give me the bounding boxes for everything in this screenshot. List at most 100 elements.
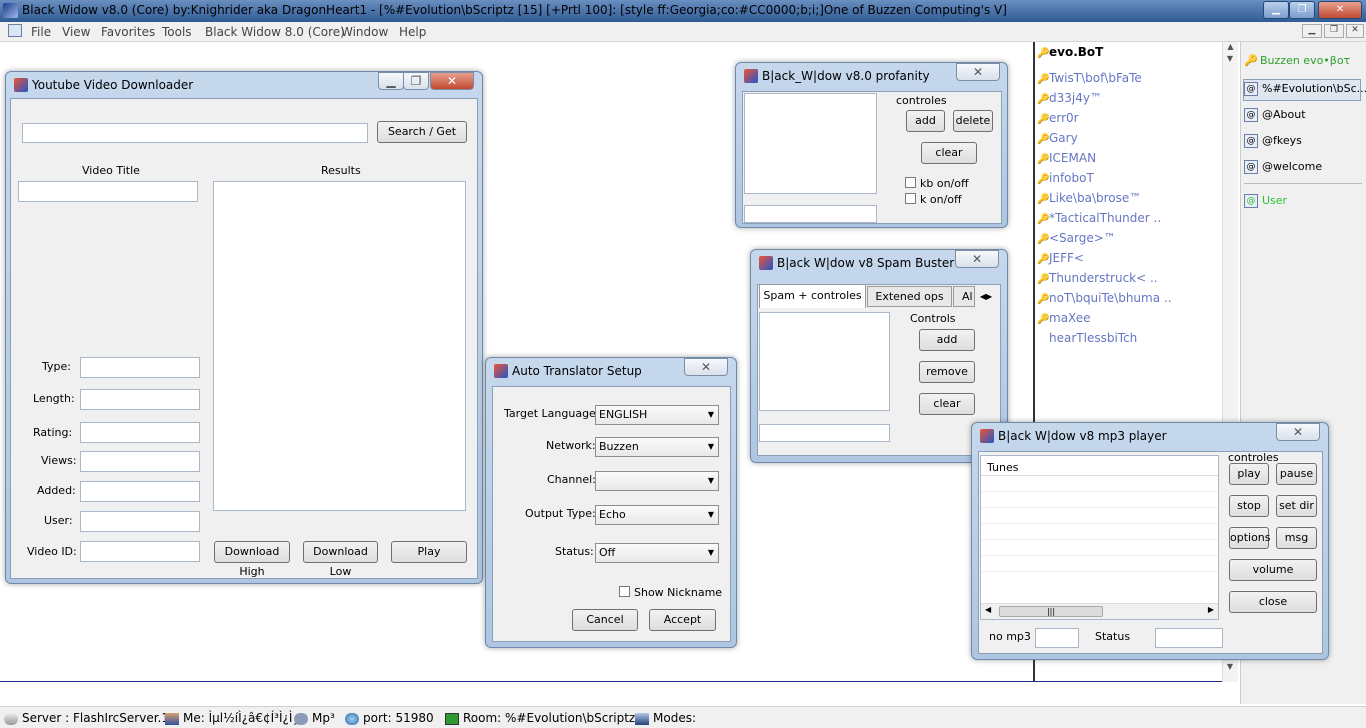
nick-item[interactable]: 🔑Like\ba\brose™ [1037,191,1141,205]
added-field[interactable] [80,481,200,502]
delete-button[interactable]: delete [953,110,993,132]
channel-select[interactable]: ▼ [595,471,719,491]
nick-item[interactable]: 🔑d33j4y™ [1037,91,1102,105]
volume-button[interactable]: volume [1229,559,1317,581]
minimize-button[interactable]: ▁ [378,72,404,90]
close-player-button[interactable]: close [1229,591,1317,613]
cancel-button[interactable]: Cancel [572,609,638,631]
close-button[interactable]: ✕ [956,63,1000,81]
pause-button[interactable]: pause [1276,463,1317,485]
close-button[interactable]: ✕ [1276,423,1320,441]
video-title-field[interactable] [18,181,198,202]
menu-favorites[interactable]: Favorites [101,25,155,39]
kb-checkbox[interactable] [905,177,916,188]
rating-field[interactable] [80,422,200,443]
no-mp3-field[interactable] [1035,628,1079,648]
mdi-close-button[interactable]: ✕ [1346,24,1364,38]
download-high-button[interactable]: Download High [214,541,290,578]
spam-input[interactable] [759,424,890,442]
side-top-item[interactable]: 🔑 Buzzen evo•βoτ [1244,54,1364,74]
nick-item[interactable]: 🔑err0r [1037,111,1079,125]
menu-tools[interactable]: Tools [162,25,192,39]
controls-label: Controls [910,312,956,325]
nick-item[interactable]: 🔑<Sarge>™ [1037,231,1116,245]
nick-item[interactable]: 🔑TwisT\bof\bFaTe [1037,71,1142,85]
search-input[interactable] [22,123,368,143]
type-field[interactable] [80,357,200,378]
add-button[interactable]: add [906,110,945,132]
close-button[interactable]: ✕ [1318,1,1362,19]
views-field[interactable] [80,451,200,472]
nick-item[interactable]: 🔑infoboT [1037,171,1094,185]
length-field[interactable] [80,389,200,410]
minimize-button[interactable]: ▁ [1263,1,1289,19]
clear-button[interactable]: clear [919,393,975,415]
status-room: Room: %#Evolution\bScriptz [445,711,635,725]
nick-item[interactable]: 🔑noT\bquiTe\bhuma .. [1037,291,1172,305]
menu-blackwidow[interactable]: Black Widow 8.0 (Core) [205,25,345,39]
menu-view[interactable]: View [62,25,90,39]
tunes-header[interactable]: Tunes [981,456,1218,476]
options-button[interactable]: options [1229,527,1271,549]
accept-button[interactable]: Accept [649,609,716,631]
status-select[interactable]: Off ▼ [595,543,719,563]
nick-item[interactable]: 🔑ICEMAN [1037,151,1096,165]
menu-window[interactable]: Window [341,25,388,39]
side-item-fkeys[interactable]: @ @fkeys [1244,134,1364,154]
network-select[interactable]: Buzzen ▼ [595,437,719,457]
clear-button[interactable]: clear [921,142,977,164]
spam-list[interactable] [759,312,890,411]
maximize-button[interactable]: ❐ [403,72,429,90]
user-label: User: [44,514,73,527]
add-button[interactable]: add [919,329,975,351]
side-item-user[interactable]: @ User [1244,194,1364,214]
download-low-button[interactable]: Download Low [303,541,378,578]
user-field[interactable] [80,511,200,532]
chevron-down-icon: ▼ [707,510,714,519]
tunes-hscrollbar[interactable]: ◀ ||| ▶ [981,603,1218,619]
tab-scroll-icon[interactable]: ◀▶ [975,288,997,306]
tab-extened-ops[interactable]: Extened ops [867,286,952,307]
profanity-list[interactable] [744,93,877,194]
nick-item[interactable]: 🔑Gary [1037,131,1078,145]
nick-item[interactable]: 🔑Thunderstruck< .. [1037,271,1158,285]
tab-al[interactable]: Al [953,286,975,307]
close-button[interactable]: ✕ [955,250,999,268]
side-item-about[interactable]: @ @About [1244,108,1364,128]
search-get-button[interactable]: Search / Get [377,121,467,143]
close-button[interactable]: ✕ [430,72,474,90]
status-field[interactable] [1155,628,1223,648]
set-dir-button[interactable]: set dir [1276,495,1317,517]
nick-item[interactable]: 🔑*TacticalThunder .. [1037,211,1161,225]
msg-button[interactable]: msg [1276,527,1317,549]
results-list[interactable] [213,181,466,511]
nicklist-header[interactable]: 🔑evo.BoT [1037,45,1103,59]
maximize-button[interactable]: ❐ [1289,1,1315,19]
play-button[interactable]: Play [391,541,467,563]
menu-file[interactable]: File [31,25,51,39]
nick-item[interactable]: 🔑JEFF< [1037,251,1084,265]
close-button[interactable]: ✕ [684,358,728,376]
monitor-icon [445,712,459,725]
side-item-welcome[interactable]: @ @welcome [1244,160,1364,180]
show-nickname-checkbox[interactable] [619,586,630,597]
window-title: B|ack_W|dow v8.0 profanity [762,69,930,83]
stop-button[interactable]: stop [1229,495,1269,517]
profanity-input[interactable] [744,205,877,223]
tunes-list[interactable]: Tunes ◀ ||| ▶ [980,455,1219,620]
remove-button[interactable]: remove [919,361,975,383]
mdi-minimize-button[interactable]: ▁ [1302,24,1322,38]
play-button[interactable]: play [1229,463,1269,485]
nick-item[interactable]: 🔑maXee [1037,311,1091,325]
output-type-select[interactable]: Echo ▼ [595,505,719,525]
video-id-field[interactable] [80,541,200,562]
tab-spam-controles[interactable]: Spam + controles [759,284,866,308]
mdi-restore-button[interactable]: ❐ [1324,24,1344,38]
globe-icon [345,712,359,725]
side-item-room[interactable]: @ %#Evolution\bSc... [1244,82,1366,102]
target-language-select[interactable]: ENGLISH ▼ [595,405,719,425]
menu-help[interactable]: Help [399,25,426,39]
nick-item[interactable]: hearTlessbiTch [1037,331,1137,345]
k-checkbox[interactable] [905,193,916,204]
mdi-icon[interactable] [8,24,22,37]
